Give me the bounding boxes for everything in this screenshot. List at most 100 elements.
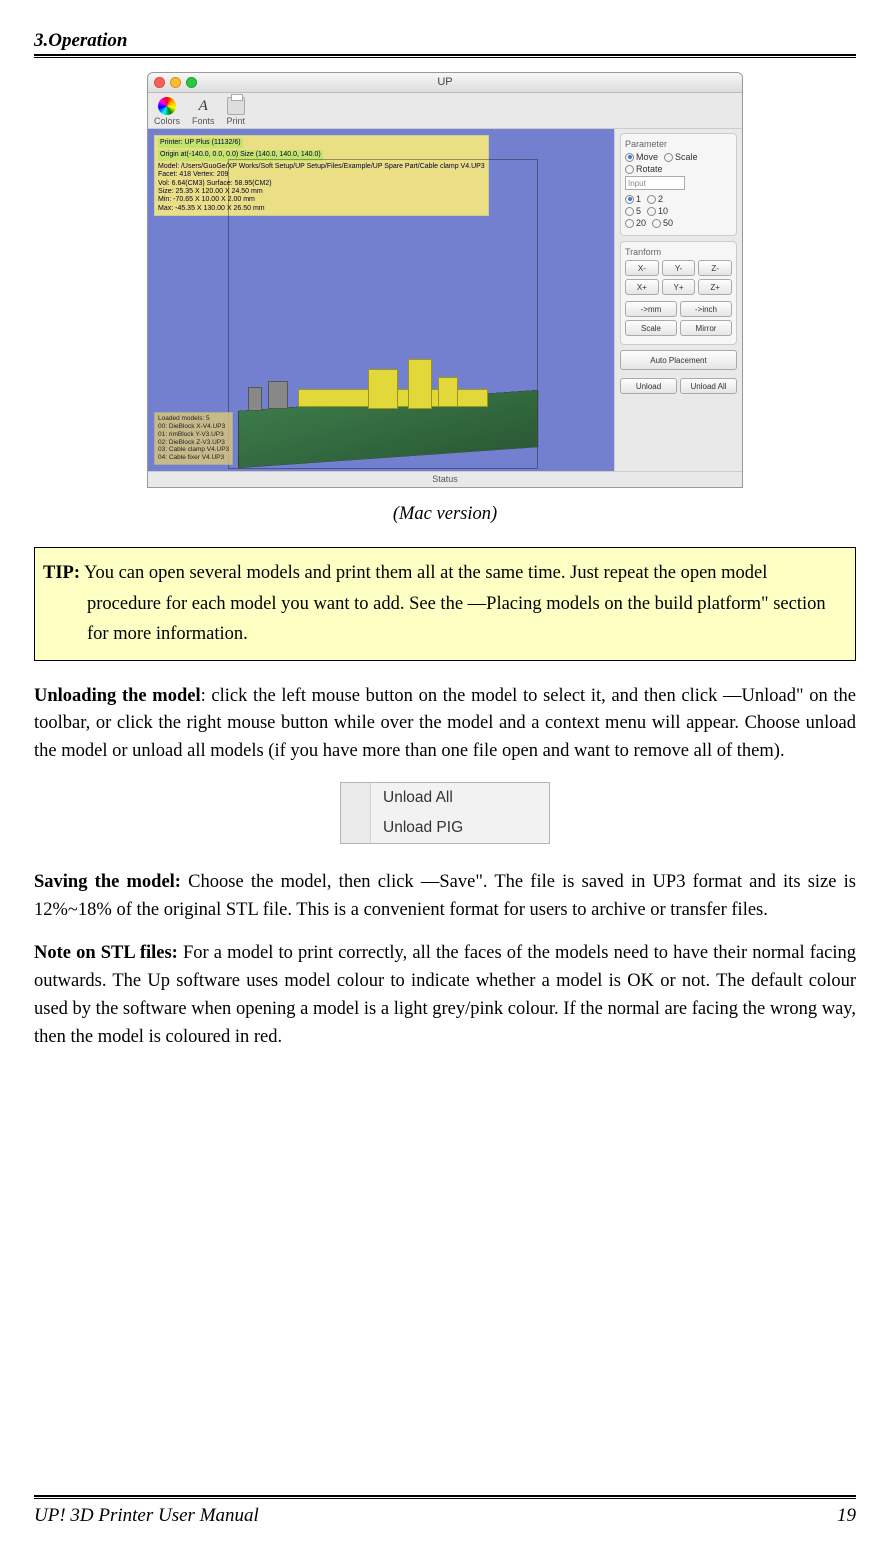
context-menu-label: Unload PIG: [371, 819, 463, 837]
to-mm-button[interactable]: ->mm: [625, 301, 677, 317]
to-inch-button[interactable]: ->inch: [680, 301, 732, 317]
screenshot-caption: (Mac version): [34, 504, 856, 525]
mirror-button[interactable]: Mirror: [680, 320, 732, 336]
unloading-paragraph: Unloading the model: click the left mous…: [34, 683, 856, 766]
radio-move[interactable]: Move: [625, 152, 658, 162]
info-origin: Origin at(-140.0, 0.0, 0.0) Size (140.0,…: [158, 150, 323, 160]
model-geometry[interactable]: [298, 359, 498, 429]
info-model: Model: /Users/GuoGe/XP Works/Soft Setup/…: [158, 163, 485, 170]
toolbar-colors[interactable]: Colors: [154, 97, 180, 126]
colors-icon: [158, 97, 176, 115]
mac-app-screenshot: UP Colors A Fonts Print Printer: UP Plus…: [147, 72, 743, 488]
radio-20-label: 20: [636, 218, 646, 228]
radio-2[interactable]: 2: [647, 194, 663, 204]
radio-icon: [652, 219, 661, 228]
radio-50-label: 50: [663, 218, 673, 228]
viewport-3d[interactable]: Printer: UP Plus (11132/6) Origin at(-14…: [148, 129, 616, 471]
radio-20[interactable]: 20: [625, 218, 646, 228]
loaded-item: 04: Cable fixer V4.UP3: [158, 454, 224, 461]
radio-5-label: 5: [636, 206, 641, 216]
radio-icon: [625, 153, 634, 162]
stl-note-label: Note on STL files:: [34, 943, 178, 963]
toolbar-print[interactable]: Print: [227, 97, 246, 126]
page-number: 19: [837, 1505, 856, 1527]
info-size: Size: 25.35 X 120.00 X 24.50 mm: [158, 188, 263, 195]
footer-title: UP! 3D Printer User Manual: [34, 1505, 259, 1527]
model-part: [368, 369, 398, 409]
z-plus-button[interactable]: Z+: [698, 279, 732, 295]
loaded-models-overlay: Loaded models: 5 00: DieBlock X-V4.UP3 0…: [154, 412, 233, 465]
radio-5[interactable]: 5: [625, 206, 641, 216]
radio-icon: [664, 153, 673, 162]
loaded-item: 01: rimBlock Y-V3.UP3: [158, 431, 224, 438]
parameter-title: Parameter: [625, 139, 732, 149]
model-part: [268, 381, 288, 409]
header-rule: [34, 54, 856, 58]
menu-gutter: [341, 783, 371, 813]
transform-title: Tranform: [625, 247, 732, 257]
radio-rotate[interactable]: Rotate: [625, 164, 663, 174]
loaded-item: 02: DieBlock Z-V3.UP3: [158, 439, 225, 446]
window-titlebar: UP: [148, 73, 742, 93]
radio-move-label: Move: [636, 152, 658, 162]
model-part: [248, 387, 262, 411]
info-max: Max: -45.35 X 130.00 X 26.50 mm: [158, 205, 265, 212]
context-menu-item-unload-pig[interactable]: Unload PIG: [341, 813, 549, 843]
radio-rotate-label: Rotate: [636, 164, 663, 174]
radio-icon: [625, 165, 634, 174]
radio-1-label: 1: [636, 194, 641, 204]
unloading-label: Unloading the model: [34, 686, 201, 706]
footer-rule: [34, 1495, 856, 1499]
radio-icon: [647, 207, 656, 216]
context-menu: Unload All Unload PIG: [340, 782, 550, 844]
model-part: [408, 359, 432, 409]
y-minus-button[interactable]: Y-: [662, 260, 696, 276]
loaded-item: 03: Cable clamp V4.UP3: [158, 446, 229, 453]
auto-placement-button[interactable]: Auto Placement: [620, 350, 737, 370]
model-part: [438, 377, 458, 407]
loaded-item: 00: DieBlock X-V4.UP3: [158, 423, 225, 430]
radio-10-label: 10: [658, 206, 668, 216]
radio-icon: [625, 207, 634, 216]
print-icon: [227, 97, 245, 115]
radio-10[interactable]: 10: [647, 206, 668, 216]
radio-scale[interactable]: Scale: [664, 152, 698, 162]
radio-2-label: 2: [658, 194, 663, 204]
fonts-icon: A: [194, 97, 212, 115]
context-menu-item-unload-all[interactable]: Unload All: [341, 783, 549, 813]
info-min: Min: -70.65 X 10.00 X 2.00 mm: [158, 196, 255, 203]
model-info-overlay: Printer: UP Plus (11132/6) Origin at(-14…: [154, 135, 489, 216]
toolbar-colors-label: Colors: [154, 116, 180, 126]
x-plus-button[interactable]: X+: [625, 279, 659, 295]
y-plus-button[interactable]: Y+: [662, 279, 696, 295]
stl-note-paragraph: Note on STL files: For a model to print …: [34, 940, 856, 1051]
toolbar-fonts-label: Fonts: [192, 116, 215, 126]
transform-group: Tranform X- Y- Z- X+ Y+ Z+ ->mm ->inch S…: [620, 241, 737, 345]
page-footer: UP! 3D Printer User Manual 19: [34, 1481, 856, 1527]
loaded-title: Loaded models: 5: [158, 415, 210, 422]
tip-label: TIP:: [43, 563, 80, 583]
radio-1[interactable]: 1: [625, 194, 641, 204]
z-minus-button[interactable]: Z-: [698, 260, 732, 276]
info-facet: Facet: 418 Vertex: 209: [158, 171, 228, 178]
tip-text: You can open several models and print th…: [80, 563, 826, 644]
radio-icon: [625, 195, 634, 204]
context-menu-label: Unload All: [371, 789, 453, 807]
section-header: 3.Operation: [34, 30, 856, 54]
radio-50[interactable]: 50: [652, 218, 673, 228]
scale-button[interactable]: Scale: [625, 320, 677, 336]
unload-button[interactable]: Unload: [620, 378, 677, 394]
parameter-group: Parameter Move Scale Rotate Input 1 2 5 …: [620, 133, 737, 236]
context-menu-figure: Unload All Unload PIG: [34, 782, 856, 849]
radio-scale-label: Scale: [675, 152, 698, 162]
tip-box: TIP: You can open several models and pri…: [34, 547, 856, 661]
window-title: UP: [148, 76, 742, 88]
side-panel: Parameter Move Scale Rotate Input 1 2 5 …: [614, 129, 742, 471]
x-minus-button[interactable]: X-: [625, 260, 659, 276]
status-bar: Status: [148, 471, 742, 487]
info-printer: Printer: UP Plus (11132/6): [158, 138, 243, 148]
unload-all-button[interactable]: Unload All: [680, 378, 737, 394]
toolbar: Colors A Fonts Print: [148, 93, 742, 129]
input-value[interactable]: Input: [625, 176, 685, 190]
toolbar-fonts[interactable]: A Fonts: [192, 97, 215, 126]
